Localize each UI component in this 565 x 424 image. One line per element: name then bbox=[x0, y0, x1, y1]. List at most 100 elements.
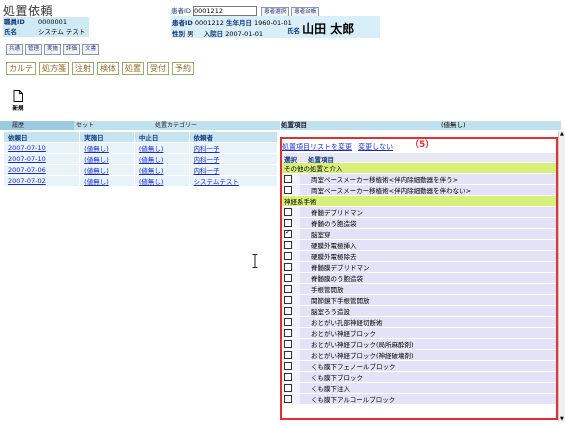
patient-name-value: 山田 太郎 bbox=[302, 22, 355, 36]
list-item: 脊髄デブリドマン bbox=[282, 206, 556, 218]
category-button-0[interactable]: 共通 bbox=[6, 44, 24, 55]
stop-date-link[interactable]: (値無し) bbox=[139, 145, 164, 153]
checkbox-cell bbox=[282, 349, 300, 361]
item-checkbox[interactable] bbox=[284, 208, 292, 216]
text-cursor-icon bbox=[252, 254, 258, 268]
table-row[interactable]: 2007-07-06 (値無し) (値無し) 内科一子 bbox=[2, 164, 279, 176]
category-button-3[interactable]: 評価 bbox=[63, 44, 81, 55]
scroll-up-icon[interactable]: ▲ bbox=[560, 131, 564, 137]
item-checkbox[interactable] bbox=[284, 175, 292, 183]
request-date-link[interactable]: 2007-07-10 bbox=[8, 155, 46, 163]
staff-id-value: 0000001 bbox=[38, 18, 67, 26]
category-button-4[interactable]: 文書 bbox=[82, 44, 100, 55]
change-list-link[interactable]: 処置項目リストを変更 bbox=[282, 143, 352, 151]
quick-button-bar: カルテ 処方箋 注射 検体 処置 受付 予約 bbox=[6, 62, 197, 75]
tab-category[interactable]: 処置カテゴリー bbox=[155, 121, 197, 130]
stop-date-link[interactable]: (値無し) bbox=[139, 167, 164, 175]
tab-history[interactable]: 履歴 bbox=[0, 121, 74, 130]
item-checkbox[interactable] bbox=[284, 241, 292, 249]
table-cell: (値無し) bbox=[133, 153, 190, 165]
list-item: 手根管開放 bbox=[282, 283, 556, 295]
list-item: 脊髄膜のう胞造袋 bbox=[282, 272, 556, 284]
quick-button-2[interactable]: 注射 bbox=[72, 62, 94, 75]
item-checkbox[interactable] bbox=[284, 285, 292, 293]
item-checkbox[interactable] bbox=[284, 307, 292, 315]
table-row[interactable]: 2007-07-10 (値無し) (値無し) 内科一子 bbox=[2, 153, 279, 165]
list-item: 硬膜外電極挿入 bbox=[282, 239, 556, 251]
list-item: 脳室穿 bbox=[282, 228, 556, 240]
item-label: 硬膜外電極挿入 bbox=[300, 239, 556, 251]
quick-button-5[interactable]: 受付 bbox=[147, 62, 169, 75]
patient-id-value: 0001212 bbox=[194, 19, 224, 27]
category-button-bar: 共通 管理 実施 評価 文書 bbox=[6, 44, 101, 55]
staff-id-label: 職員ID bbox=[4, 18, 25, 26]
item-checkbox[interactable] bbox=[284, 384, 292, 392]
item-label: 手根管開放 bbox=[300, 283, 556, 295]
request-date-link[interactable]: 2007-07-02 bbox=[8, 177, 46, 185]
item-checkbox[interactable] bbox=[284, 274, 292, 282]
requester-link[interactable]: 内科一子 bbox=[194, 145, 220, 153]
group-row: 神経系手術 bbox=[282, 195, 556, 207]
item-checkbox[interactable] bbox=[284, 186, 292, 194]
item-label: 脊髄のう胞造袋 bbox=[300, 217, 556, 229]
admit-value: 2007-01-01 bbox=[225, 30, 264, 38]
patient-search-input[interactable]: 0001212 bbox=[193, 6, 258, 16]
stop-date-link[interactable]: (値無し) bbox=[139, 178, 164, 186]
quick-button-0[interactable]: カルテ bbox=[6, 62, 36, 75]
item-checkbox[interactable] bbox=[284, 252, 292, 260]
item-checkbox[interactable] bbox=[284, 219, 292, 227]
table-row[interactable]: 2007-07-10 (値無し) (値無し) 内科一子 bbox=[2, 142, 279, 154]
request-date-link[interactable]: 2007-07-10 bbox=[8, 144, 46, 152]
category-button-1[interactable]: 管理 bbox=[25, 44, 43, 55]
item-checkbox[interactable] bbox=[284, 351, 292, 359]
item-label: 脊髄膜のう胞造袋 bbox=[300, 272, 556, 284]
col-request-date: 依頼日 bbox=[2, 131, 81, 143]
done-date-link[interactable]: (値無し) bbox=[84, 145, 109, 153]
done-date-link[interactable]: (値無し) bbox=[84, 156, 109, 164]
scrollbar[interactable]: ▲ ▼ bbox=[558, 131, 565, 422]
no-change-link[interactable]: 変更しない bbox=[358, 143, 393, 151]
item-checkbox[interactable] bbox=[284, 296, 292, 304]
requester-link[interactable]: システムテスト bbox=[194, 178, 239, 186]
table-row[interactable]: 2007-07-02 (値無し) (値無し) システムテスト bbox=[2, 175, 279, 187]
checkbox-cell bbox=[282, 217, 300, 229]
checkbox-cell bbox=[282, 327, 300, 339]
items-column-header: 選択 処置項目 bbox=[282, 153, 556, 164]
quick-button-6[interactable]: 予約 bbox=[172, 62, 194, 75]
requester-link[interactable]: 内科一子 bbox=[194, 167, 220, 175]
checkbox-cell bbox=[282, 393, 300, 405]
stop-date-link[interactable]: (値無し) bbox=[139, 156, 164, 164]
checkbox-cell bbox=[282, 305, 300, 317]
item-checkbox[interactable] bbox=[284, 318, 292, 326]
quick-button-3[interactable]: 検体 bbox=[97, 62, 119, 75]
item-checkbox[interactable] bbox=[284, 340, 292, 348]
request-date-link[interactable]: 2007-07-06 bbox=[8, 166, 46, 174]
new-button[interactable]: 新規 bbox=[8, 90, 28, 112]
dob-label: 生年月日 bbox=[225, 19, 252, 27]
item-checkbox[interactable] bbox=[284, 329, 292, 337]
admit-label: 入院日 bbox=[203, 30, 224, 38]
item-checkbox[interactable] bbox=[284, 263, 292, 271]
item-checkbox[interactable] bbox=[284, 395, 292, 403]
list-item: 硬膜外電極除去 bbox=[282, 250, 556, 262]
checkbox-cell bbox=[282, 294, 300, 306]
done-date-link[interactable]: (値無し) bbox=[84, 167, 109, 175]
tab-set[interactable]: セット bbox=[76, 121, 94, 130]
done-date-link[interactable]: (値無し) bbox=[84, 178, 109, 186]
quick-button-1[interactable]: 処方箋 bbox=[39, 62, 69, 75]
checkbox-cell bbox=[282, 283, 300, 295]
quick-button-4[interactable]: 処置 bbox=[122, 62, 144, 75]
checkbox-cell bbox=[282, 261, 300, 273]
category-button-2[interactable]: 実施 bbox=[44, 44, 62, 55]
item-label: 脳室穿 bbox=[300, 228, 556, 240]
item-checkbox[interactable] bbox=[284, 373, 292, 381]
scroll-down-icon[interactable]: ▼ bbox=[560, 416, 564, 422]
requester-link[interactable]: 内科一子 bbox=[194, 156, 220, 164]
item-label: くも膜下アルコールブロック bbox=[300, 393, 556, 405]
checkbox-cell bbox=[282, 338, 300, 350]
item-checkbox[interactable] bbox=[284, 228, 292, 238]
item-label: 両室ペースメーカー移植術<伴内除細動器を伴わない> bbox=[300, 184, 556, 196]
table-cell: (値無し) bbox=[79, 164, 135, 176]
table-cell: 内科一子 bbox=[188, 153, 279, 165]
item-checkbox[interactable] bbox=[284, 362, 292, 370]
